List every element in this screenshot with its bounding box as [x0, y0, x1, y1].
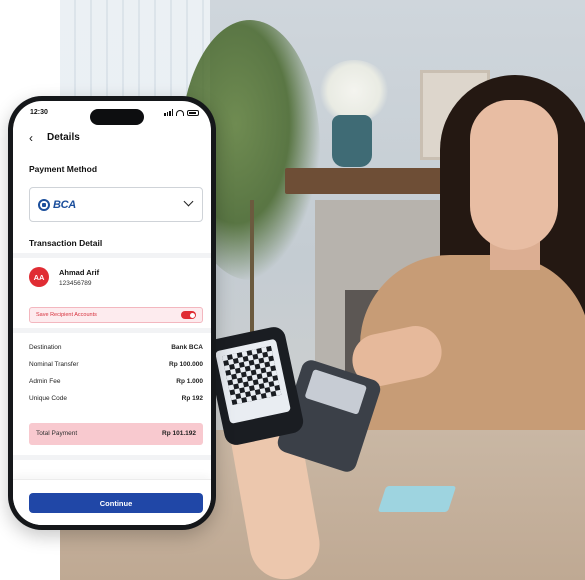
bca-logo-icon: [38, 199, 50, 211]
detail-row-destination: Destination Bank BCA: [29, 344, 203, 356]
customer-phone: [204, 324, 306, 448]
divider: [13, 328, 211, 333]
terminal-screen: [304, 368, 368, 415]
woman-face: [470, 100, 558, 250]
detail-label: Admin Fee: [29, 378, 61, 385]
divider: [13, 455, 211, 460]
status-time: 12:30: [30, 109, 48, 116]
detail-value: Rp 1.000: [176, 378, 203, 385]
save-recipient-toggle[interactable]: [181, 311, 196, 319]
phone-screen: 12:30 ‹ Details Payment Method BCA Trans…: [13, 101, 211, 525]
recipient-account: 123456789: [59, 280, 92, 287]
detail-row-admin-fee: Admin Fee Rp 1.000: [29, 378, 203, 390]
save-recipient-row: Save Recipient Accounts: [29, 307, 203, 323]
total-value: Rp 101.192: [162, 430, 196, 437]
chevron-left-icon: ‹: [29, 131, 33, 145]
detail-value: Rp 192: [181, 395, 203, 402]
page-title: Details: [47, 132, 80, 143]
continue-button[interactable]: Continue: [29, 493, 203, 513]
detail-row-unique-code: Unique Code Rp 192: [29, 395, 203, 407]
transaction-detail-title: Transaction Detail: [29, 238, 103, 248]
signal-icon: [164, 109, 173, 116]
detail-label: Destination: [29, 344, 62, 351]
detail-value: Rp 100.000: [169, 361, 203, 368]
status-icons: [164, 109, 199, 116]
detail-value: Bank BCA: [171, 344, 203, 351]
detail-row-nominal: Nominal Transfer Rp 100.000: [29, 361, 203, 373]
battery-icon: [187, 109, 199, 116]
chevron-down-icon: [183, 196, 194, 207]
divider: [13, 253, 211, 258]
avatar: AA: [29, 267, 49, 287]
phone-mockup: 12:30 ‹ Details Payment Method BCA Trans…: [8, 96, 216, 530]
qr-code-icon: [222, 345, 282, 406]
detail-label: Unique Code: [29, 395, 67, 402]
total-label: Total Payment: [36, 430, 78, 437]
recipient-name: Ahmad Arif: [59, 268, 100, 277]
bca-logo: BCA: [38, 199, 76, 211]
save-recipient-label: Save Recipient Accounts: [36, 311, 97, 318]
wifi-icon: [176, 109, 184, 116]
detail-label: Nominal Transfer: [29, 361, 79, 368]
back-button[interactable]: ‹: [29, 131, 33, 145]
blue-card: [377, 486, 457, 512]
payment-method-select[interactable]: BCA: [29, 187, 203, 222]
footer: Continue: [13, 479, 211, 525]
payment-method-title: Payment Method: [29, 164, 98, 174]
total-payment-row: Total Payment Rp 101.192: [29, 423, 203, 445]
flowers: [318, 60, 390, 122]
dynamic-island: [90, 109, 144, 125]
app-header: ‹ Details: [13, 127, 211, 151]
selected-bank: BCA: [53, 199, 76, 211]
vase: [332, 115, 372, 167]
